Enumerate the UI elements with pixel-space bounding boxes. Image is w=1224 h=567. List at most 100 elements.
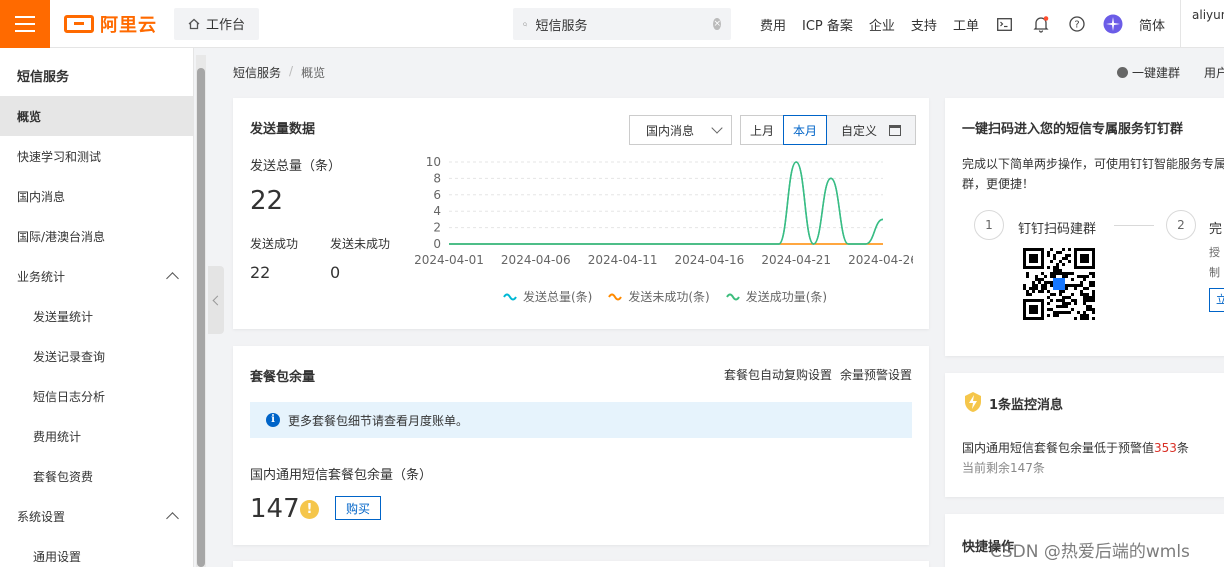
qr-module [1044,287,1047,290]
qr-module [1065,302,1068,305]
search-icon [523,21,528,27]
qr-module [1065,305,1068,308]
terminal-icon[interactable] [987,0,1023,48]
top-link-icp[interactable]: ICP 备案 [794,15,861,34]
buy-button[interactable]: 购买 [335,496,382,520]
sidebar-item-general-settings[interactable]: 通用设置 [0,536,193,567]
success-value: 22 [250,263,271,282]
qr-module [1059,251,1062,254]
sidebar-item-cost-stats[interactable]: 费用统计 [0,416,193,456]
qr-module [1050,260,1053,263]
ai-assistant-icon[interactable] [1095,0,1131,48]
dingtalk-group-card: 一键扫码进入您的短信专属服务钉钉群 完成以下简单两步操作，可使用钉钉智能服务专属… [945,98,1224,356]
sidebar-item-label: 业务统计 [17,269,66,284]
legend-wave-icon [608,293,623,300]
chart-legend: 发送总量(条) 发送未成功(条) 发送成功量(条) [503,288,827,305]
breadcrumb-separator: / [289,64,294,78]
qr-module [1068,311,1071,314]
qr-module [1035,278,1038,281]
bell-icon[interactable] [1023,0,1059,48]
qr-module [1068,284,1071,287]
clear-search-icon[interactable]: × [713,18,721,30]
sidebar-group-statistics[interactable]: 业务统计 [0,256,193,296]
top-link-enterprise[interactable]: 企业 [861,15,903,34]
legend-item-fail[interactable]: 发送未成功(条) [608,288,710,305]
auto-renew-settings-link[interactable]: 套餐包自动复购设置 [724,366,832,383]
sidebar-item-quickstart[interactable]: 快速学习和测试 [0,136,193,176]
aliyun-logo[interactable]: 阿里云 [64,11,164,37]
qr-module [1062,302,1065,305]
sidebar-item-international[interactable]: 国际/港澳台消息 [0,216,193,256]
qr-module [1056,299,1059,302]
monitor-message[interactable]: 国内通用短信套餐包余量低于预警值353条 [962,439,1189,456]
x-tick-label: 2024-04-16 [675,253,745,267]
chevron-up-icon [166,512,179,525]
qr-module [1071,308,1074,311]
sidebar-item-log-analysis[interactable]: 短信日志分析 [0,376,193,416]
user-guide-link[interactable]: 用户 [1204,64,1224,81]
join-group-label: 一键建群 [1132,66,1181,80]
breadcrumb-root[interactable]: 短信服务 [233,64,281,81]
sidebar-group-settings[interactable]: 系统设置 [0,496,193,536]
tab-last-month[interactable]: 上月 [740,115,785,145]
y-tick-label: 10 [426,155,441,169]
step-2-button[interactable]: 立 [1209,288,1224,312]
tab-custom-range[interactable]: 自定义 [826,115,917,145]
workbench-button[interactable]: 工作台 [174,7,260,40]
qr-module [1038,278,1041,281]
period-tabs: 上月 本月 自定义 [740,115,917,145]
qr-module [1092,272,1095,275]
qr-module [1047,254,1050,257]
sidebar-item-send-records[interactable]: 发送记录查询 [0,336,193,376]
legend-item-success[interactable]: 发送成功量(条) [725,288,827,305]
qr-module [1041,272,1044,275]
qr-module [1077,275,1080,278]
qr-module [1086,287,1089,290]
sidebar-item-domestic[interactable]: 国内消息 [0,176,193,216]
top-link-fee[interactable]: 费用 [752,15,794,34]
sidebar-item-overview[interactable]: 概览 [0,96,193,136]
help-icon[interactable]: ? [1059,0,1095,48]
qr-module [1074,317,1077,320]
qr-module [1077,284,1080,287]
qr-module [1029,293,1032,296]
package-links: 套餐包自动复购设置 余量预警设置 [724,366,912,383]
balance-alert-settings-link[interactable]: 余量预警设置 [840,366,912,383]
qr-module [1056,311,1059,314]
qr-module [1053,269,1056,272]
top-link-ticket[interactable]: 工单 [945,15,987,34]
qr-module [1065,275,1068,278]
qr-module [1035,284,1038,287]
workbench-label: 工作台 [206,18,246,33]
collapse-sidebar-button[interactable] [208,266,224,334]
step-2-label: 完 [1209,222,1223,237]
monitor-message-card: 1条监控消息 国内通用短信套餐包余量低于预警值353条 当前剩余147条 [945,373,1224,497]
qr-module [1065,284,1068,287]
legend-item-total[interactable]: 发送总量(条) [503,288,592,305]
tab-this-month[interactable]: 本月 [783,115,828,145]
top-link-support[interactable]: 支持 [903,15,945,34]
series-line-2 [449,161,884,245]
sidebar-item-package-pricing[interactable]: 套餐包资费 [0,456,193,496]
sidebar-item-label: 概览 [17,109,42,124]
qr-module [1053,254,1056,257]
sidebar-item-send-stats[interactable]: 发送量统计 [0,296,193,336]
message-type-select[interactable]: 国内消息 [629,115,732,145]
package-sub-label: 国内通用短信套餐包余量（条） [250,468,433,483]
qr-module [1086,293,1089,296]
qr-module [1092,308,1095,311]
tab-label: 上月 [750,123,775,138]
sidebar-scrollbar-thumb[interactable] [197,68,205,567]
qr-module [1035,275,1038,278]
qr-module [1050,272,1053,275]
qr-module [1053,257,1056,260]
menu-button[interactable] [0,0,50,48]
search-input[interactable] [535,16,706,32]
sidebar-title: 短信服务 [17,70,70,85]
join-group-button[interactable]: 一键建群 [1117,64,1180,81]
language-switch[interactable]: 简体 [1131,15,1173,34]
top-links: 费用 ICP 备案 企业 支持 工单 ? 简体 [752,0,1173,48]
user-account[interactable]: aliyun [1180,0,1224,48]
warning-icon[interactable]: ! [300,500,319,519]
y-tick-label: 4 [433,204,441,218]
